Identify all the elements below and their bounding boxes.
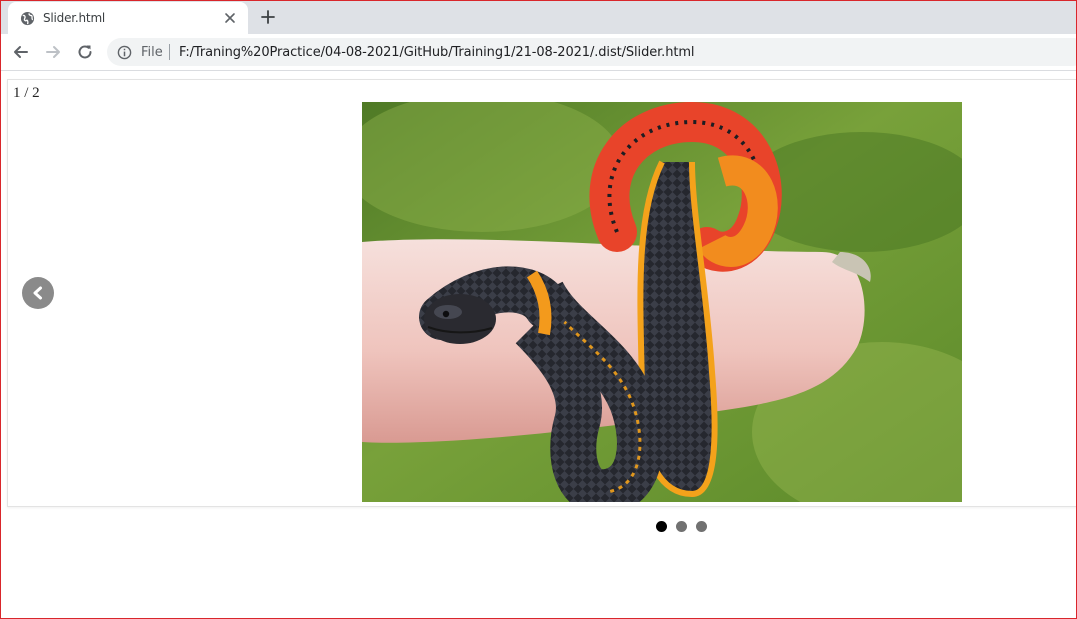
arrow-left-icon[interactable] <box>12 43 30 61</box>
scheme-label: File <box>141 45 163 60</box>
address-bar[interactable]: File F:/Traning%20Practice/04-08-2021/Gi… <box>107 38 1077 66</box>
tab-strip: Slider.html <box>0 0 1077 34</box>
plus-icon[interactable] <box>260 9 276 25</box>
info-icon[interactable] <box>117 45 132 60</box>
tab-slider[interactable]: Slider.html <box>8 2 248 34</box>
chevron-left-icon <box>33 286 42 300</box>
slide-image <box>362 102 962 502</box>
arrow-right-icon[interactable] <box>44 43 62 61</box>
reload-icon[interactable] <box>76 43 94 61</box>
globe-icon <box>20 11 35 26</box>
slide-counter: 1 / 2 <box>13 85 40 101</box>
url-text[interactable]: F:/Traning%20Practice/04-08-2021/GitHub/… <box>179 45 695 60</box>
dot-3[interactable] <box>696 521 707 532</box>
snake-photo <box>362 102 962 502</box>
tab-title: Slider.html <box>43 11 106 25</box>
slide-indicators <box>656 521 716 533</box>
dot-2[interactable] <box>676 521 687 532</box>
dot-1[interactable] <box>656 521 667 532</box>
omnibox-divider <box>169 44 170 60</box>
previous-slide-button[interactable] <box>22 277 54 309</box>
close-icon[interactable] <box>224 12 236 24</box>
browser-toolbar: File F:/Traning%20Practice/04-08-2021/Gi… <box>0 34 1077 71</box>
